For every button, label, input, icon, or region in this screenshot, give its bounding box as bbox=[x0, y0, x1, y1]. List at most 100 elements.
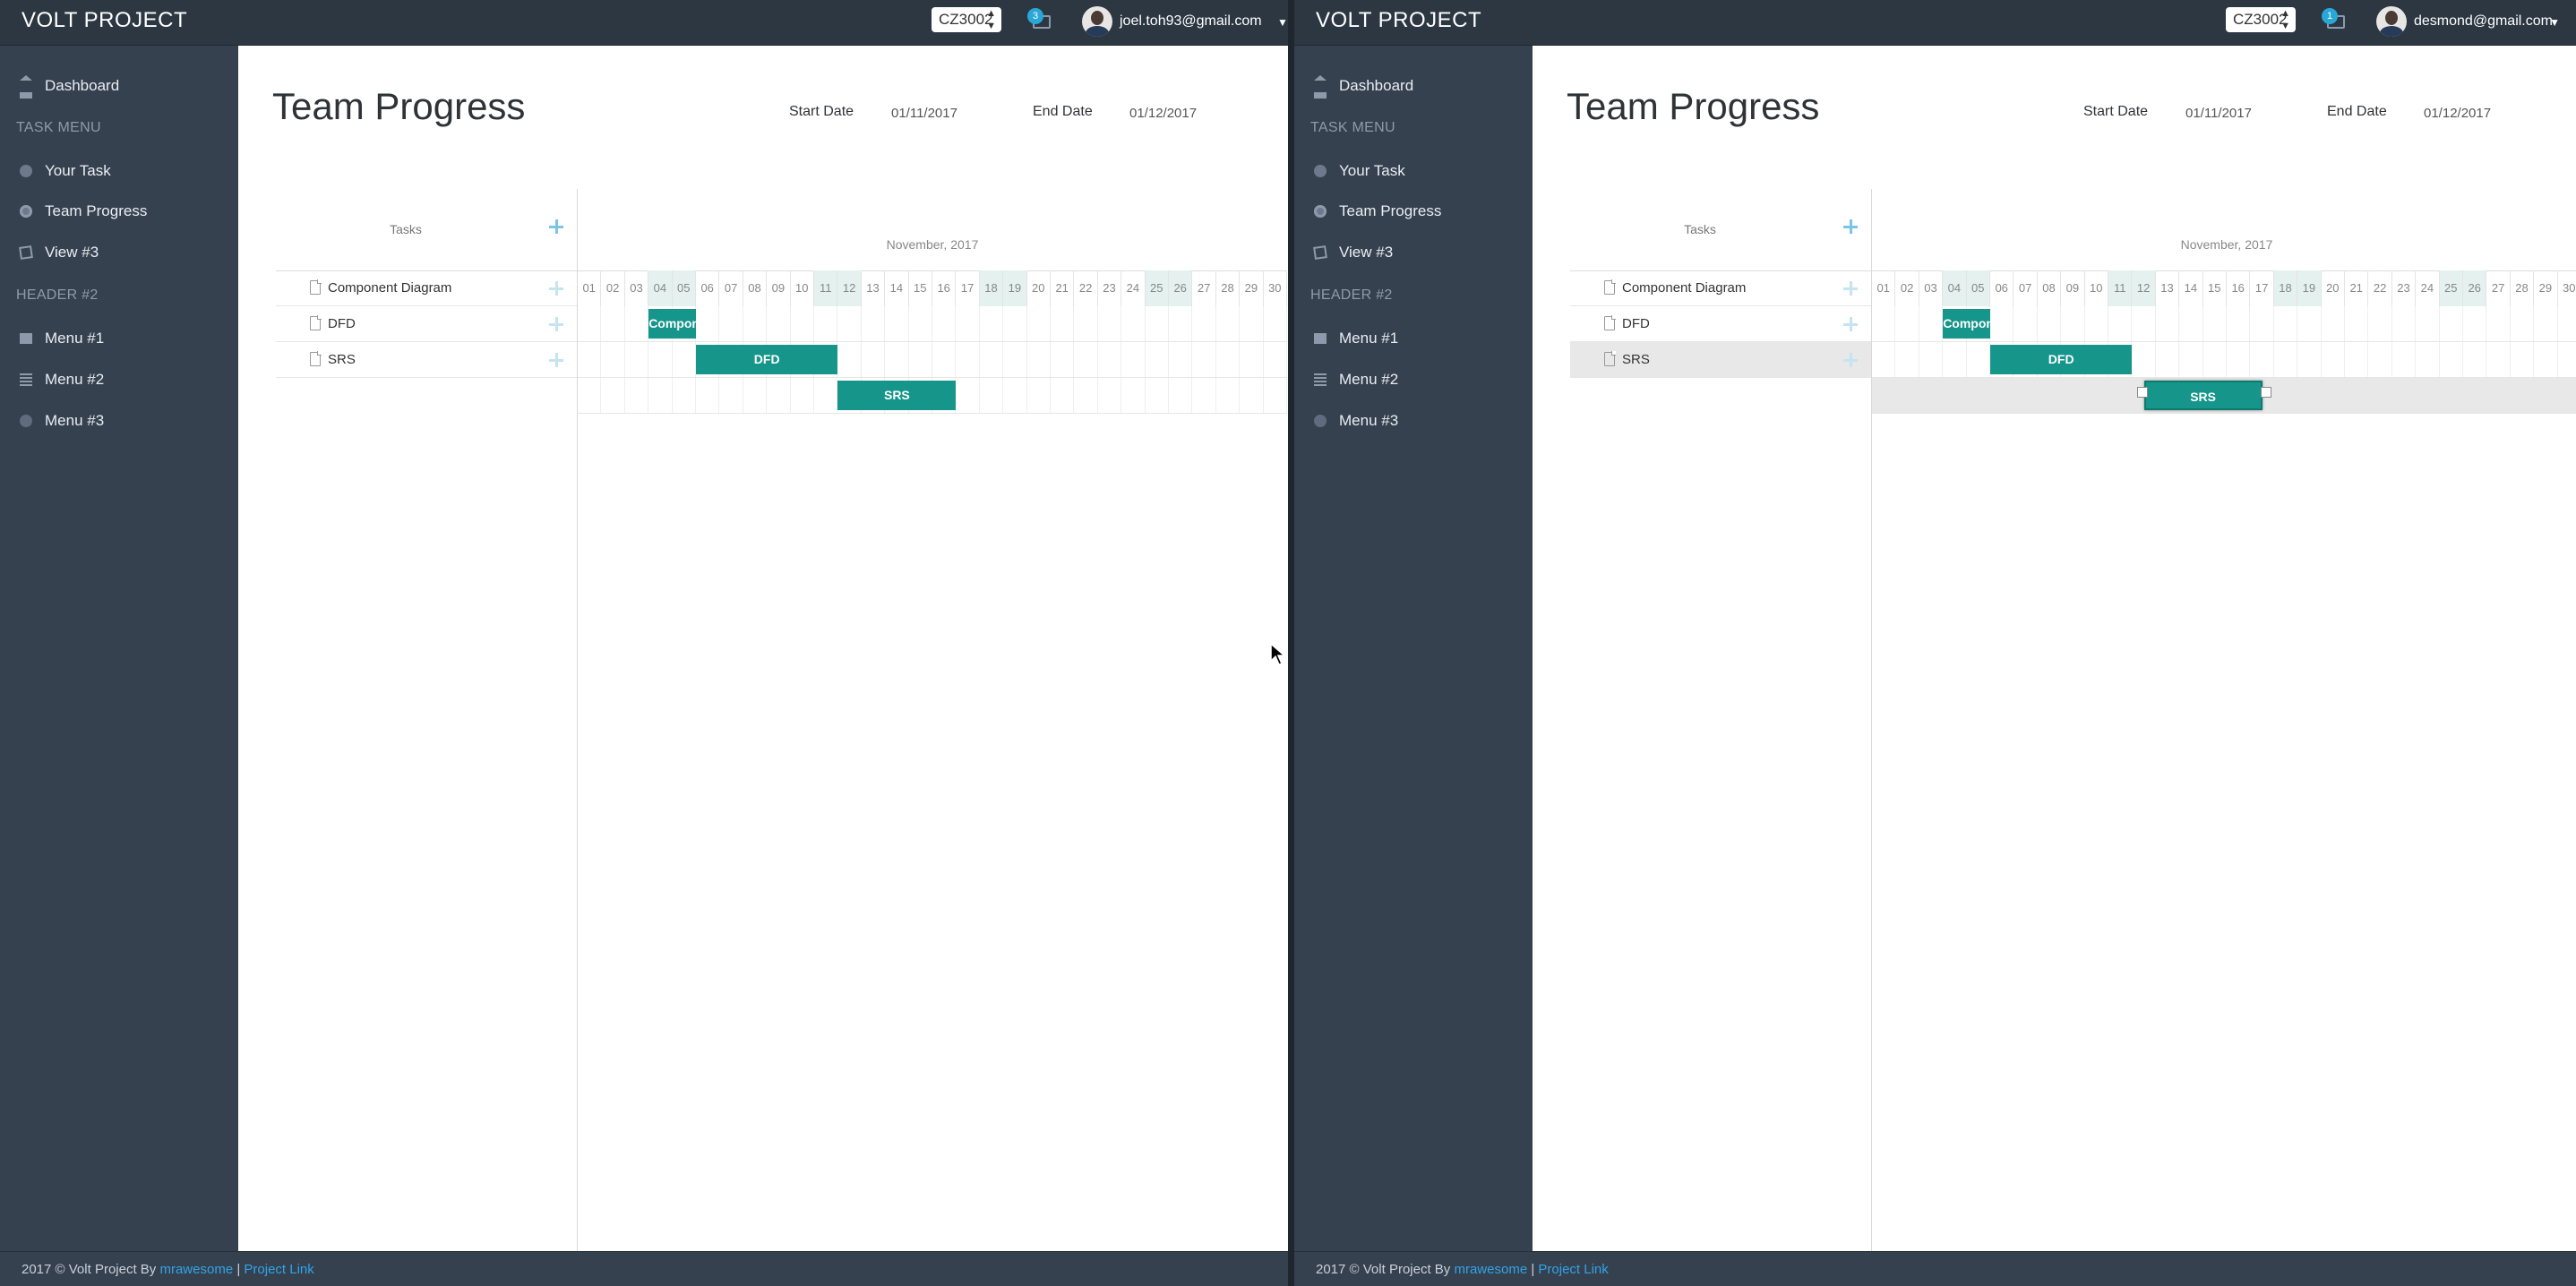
brand-logo[interactable]: VOLT PROJECT bbox=[21, 8, 187, 33]
timeline-cell bbox=[2322, 306, 2345, 341]
task-bar[interactable]: DFD bbox=[1990, 345, 2133, 374]
notification-button[interactable]: 1 bbox=[2322, 8, 2348, 31]
timeline-cell bbox=[1051, 306, 1075, 341]
timeline-cell bbox=[1146, 342, 1169, 377]
notification-button[interactable]: 3 bbox=[1027, 8, 1054, 31]
course-select[interactable]: CZ3002 ▲ ▼ bbox=[932, 7, 1001, 32]
sidebar-item-team-progress[interactable]: Team Progress bbox=[0, 195, 238, 227]
timeline-cell bbox=[1216, 342, 1241, 377]
timeline-day: 15 bbox=[2203, 270, 2227, 306]
document-icon bbox=[1604, 279, 1616, 295]
timeline-cell bbox=[2274, 306, 2298, 341]
gantt-chart: Tasks Component Diagram DFD SRS November, … bbox=[276, 189, 1288, 1251]
select-arrows-icon: ▲ ▼ bbox=[2280, 8, 2290, 31]
timeline-cell bbox=[791, 306, 814, 341]
timeline-cell bbox=[1240, 342, 1264, 377]
tasks-header: Tasks bbox=[276, 189, 577, 271]
timeline-cell bbox=[2392, 378, 2416, 413]
task-bar[interactable]: DFD bbox=[696, 345, 838, 374]
timeline-day: 26 bbox=[1169, 270, 1193, 306]
timeline-cell bbox=[980, 342, 1004, 377]
timeline-cell bbox=[885, 342, 909, 377]
add-subtask-icon[interactable] bbox=[549, 281, 563, 296]
task-bar[interactable]: Component bbox=[648, 309, 718, 339]
start-date-value[interactable]: 01/11/2017 bbox=[2185, 106, 2252, 121]
sidebar-item-menu1[interactable]: Menu #1 bbox=[0, 322, 238, 355]
add-subtask-icon[interactable] bbox=[1843, 281, 1858, 296]
task-bar[interactable]: SRS bbox=[837, 381, 957, 410]
app-window-left: VOLT PROJECT CZ3002 ▲ ▼ 3 joel.toh93@gmai… bbox=[0, 0, 1288, 1286]
timeline-cell bbox=[2108, 378, 2132, 413]
timeline-cell bbox=[2156, 342, 2180, 377]
task-row[interactable]: SRS bbox=[276, 342, 577, 378]
footer-separator: | bbox=[1527, 1262, 1539, 1277]
timeline-cell bbox=[1895, 378, 1919, 413]
resize-handle-left[interactable] bbox=[2136, 387, 2148, 398]
sidebar-item-dashboard[interactable]: Dashboard bbox=[0, 70, 238, 102]
add-task-icon[interactable] bbox=[549, 219, 563, 234]
sidebar-item-menu1[interactable]: Menu #1 bbox=[1294, 322, 1533, 355]
add-subtask-icon[interactable] bbox=[1843, 317, 1858, 331]
timeline-cell bbox=[1895, 306, 1919, 341]
end-date-value[interactable]: 01/12/2017 bbox=[1129, 106, 1197, 121]
author-link[interactable]: mrawesome bbox=[159, 1262, 233, 1277]
timeline-day: 13 bbox=[862, 270, 886, 306]
sidebar-item-dashboard[interactable]: Dashboard bbox=[1294, 70, 1533, 102]
sidebar-item-your-task[interactable]: Your Task bbox=[1294, 155, 1533, 187]
resize-handle-right[interactable] bbox=[2260, 387, 2271, 398]
add-subtask-icon[interactable] bbox=[549, 317, 563, 331]
timeline-cell bbox=[1192, 342, 1216, 377]
sidebar-item-menu3[interactable]: Menu #3 bbox=[0, 405, 238, 437]
timeline-cell bbox=[1098, 378, 1122, 413]
end-date-label: End Date bbox=[1033, 104, 1093, 119]
sidebar-item-menu3[interactable]: Menu #3 bbox=[1294, 405, 1533, 437]
avatar bbox=[2376, 6, 2407, 37]
app-window-right: VOLT PROJECT CZ3002 ▲ ▼ 1 desmond@gmail.c… bbox=[1294, 0, 2576, 1286]
author-link[interactable]: mrawesome bbox=[1454, 1262, 1527, 1277]
end-date-value[interactable]: 01/12/2017 bbox=[2424, 106, 2491, 121]
add-subtask-icon[interactable] bbox=[1843, 353, 1858, 367]
timeline-cell bbox=[791, 378, 814, 413]
timeline-cell bbox=[2345, 378, 2368, 413]
start-date-label: Start Date bbox=[2083, 104, 2149, 119]
timeline-cell bbox=[673, 342, 696, 377]
course-select[interactable]: CZ3002 ▲ ▼ bbox=[2226, 7, 2296, 32]
task-row[interactable]: Component Diagram bbox=[276, 270, 577, 306]
sidebar-item-menu2[interactable]: Menu #2 bbox=[0, 364, 238, 396]
add-task-icon[interactable] bbox=[1843, 219, 1858, 234]
timeline-day: 01 bbox=[578, 270, 602, 306]
timeline-cell bbox=[2132, 306, 2156, 341]
sidebar-item-team-progress[interactable]: Team Progress bbox=[1294, 195, 1533, 227]
brand-logo[interactable]: VOLT PROJECT bbox=[1316, 8, 1481, 33]
task-row[interactable]: DFD bbox=[276, 306, 577, 342]
sidebar-item-view3[interactable]: View #3 bbox=[0, 236, 238, 269]
timeline-day: 09 bbox=[767, 270, 791, 306]
task-bar[interactable]: Component bbox=[1943, 309, 2013, 339]
sidebar-item-view3[interactable]: View #3 bbox=[1294, 236, 1533, 269]
task-name: DFD bbox=[328, 316, 356, 331]
tasks-header-label: Tasks bbox=[1684, 222, 1716, 236]
timeline-cell bbox=[1051, 342, 1075, 377]
timeline-cell bbox=[1943, 378, 1966, 413]
timeline-cell bbox=[2085, 306, 2108, 341]
tasks-header: Tasks bbox=[1570, 189, 1871, 271]
project-link[interactable]: Project Link bbox=[1538, 1262, 1608, 1277]
timeline-cell bbox=[837, 342, 862, 377]
gantt-chart: Tasks Component Diagram DFD SRS November, … bbox=[1570, 189, 2576, 1251]
project-link[interactable]: Project Link bbox=[244, 1262, 313, 1277]
timeline-cell bbox=[578, 342, 602, 377]
sidebar-item-menu2[interactable]: Menu #2 bbox=[1294, 364, 1533, 396]
task-row[interactable]: Component Diagram bbox=[1570, 270, 1871, 306]
timeline-day: 22 bbox=[2368, 270, 2392, 306]
timeline-day: 10 bbox=[2085, 270, 2108, 306]
add-subtask-icon[interactable] bbox=[549, 353, 563, 367]
globe-icon bbox=[20, 415, 32, 427]
task-row[interactable]: DFD bbox=[1570, 306, 1871, 342]
timeline-cell bbox=[2274, 378, 2297, 413]
task-row[interactable]: SRS bbox=[1570, 342, 1871, 378]
timeline-cell bbox=[2392, 342, 2417, 377]
task-bar[interactable]: SRS bbox=[2143, 381, 2263, 410]
sidebar-item-your-task[interactable]: Your Task bbox=[0, 155, 238, 187]
start-date-value[interactable]: 01/11/2017 bbox=[891, 106, 957, 121]
timeline-cell bbox=[1967, 342, 1990, 377]
